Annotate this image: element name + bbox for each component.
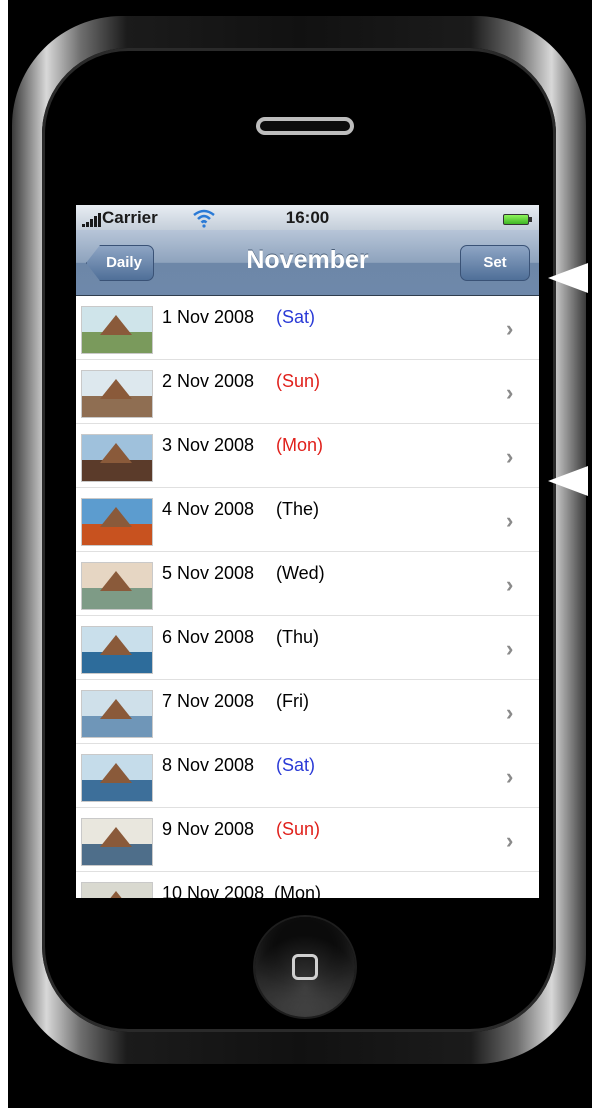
list-item[interactable]: 9 Nov 2008 (Sun) ›: [76, 808, 539, 872]
list-item[interactable]: 7 Nov 2008 (Fri) ›: [76, 680, 539, 744]
list-item[interactable]: 4 Nov 2008 (The) ›: [76, 488, 539, 552]
callout-arrow-nav: [548, 263, 588, 293]
print-thumbnail: [81, 754, 153, 802]
chevron-right-icon: ›: [506, 316, 514, 341]
row-date: 2 Nov 2008: [162, 371, 255, 391]
row-date: 8 Nov 2008: [162, 755, 255, 775]
print-thumbnail: [81, 370, 153, 418]
row-weekday: (Sun): [276, 371, 321, 391]
phone-screen: Carrier 16:00 Daily November Set 1 Nov 2…: [76, 205, 539, 898]
page-margin: [0, 0, 8, 1108]
battery-icon: [503, 214, 532, 225]
row-date: 1 Nov 2008: [162, 307, 255, 327]
list-item[interactable]: 8 Nov 2008 (Sat) ›: [76, 744, 539, 808]
chevron-right-icon: ›: [506, 380, 514, 405]
callout-arrow-list: [548, 466, 588, 496]
print-thumbnail: [81, 562, 153, 610]
print-thumbnail: [81, 498, 153, 546]
list-item[interactable]: 1 Nov 2008 (Sat) ›: [76, 296, 539, 360]
list-item[interactable]: 3 Nov 2008 (Mon) ›: [76, 424, 539, 488]
home-button[interactable]: [255, 917, 355, 1017]
status-bar: Carrier 16:00: [76, 205, 539, 230]
chevron-right-icon: ›: [506, 508, 514, 533]
chevron-right-icon: ›: [506, 700, 514, 725]
list-item[interactable]: 5 Nov 2008 (Wed) ›: [76, 552, 539, 616]
chevron-right-icon: ›: [506, 572, 514, 597]
row-date: 7 Nov 2008: [162, 691, 255, 711]
chevron-right-icon: ›: [506, 444, 514, 469]
row-weekday: (Wed): [276, 563, 325, 583]
row-date: 9 Nov 2008: [162, 819, 255, 839]
row-weekday: (Mon): [274, 883, 322, 898]
print-thumbnail: [81, 882, 153, 898]
set-button[interactable]: Set: [460, 245, 530, 281]
row-weekday: (Thu): [276, 627, 320, 647]
print-thumbnail: [81, 434, 153, 482]
row-date: 5 Nov 2008: [162, 563, 255, 583]
chevron-right-icon: ›: [506, 892, 513, 898]
chevron-right-icon: ›: [506, 764, 514, 789]
row-date: 10 Nov 2008: [162, 883, 265, 898]
status-time: 16:00: [285, 208, 330, 227]
print-thumbnail: [81, 306, 153, 354]
print-thumbnail: [81, 626, 153, 674]
print-thumbnail: [81, 690, 153, 738]
row-weekday: (Fri): [276, 691, 309, 711]
row-weekday: (Sun): [276, 819, 321, 839]
row-date: 3 Nov 2008: [162, 435, 255, 455]
row-date: 4 Nov 2008: [162, 499, 255, 519]
print-thumbnail: [81, 818, 153, 866]
row-weekday: (The): [276, 499, 320, 519]
date-list: 1 Nov 2008 (Sat) › 2 Nov 2008 (Sun) › 3 Nov 20…: [76, 296, 539, 898]
row-weekday: (Mon): [276, 435, 324, 455]
row-weekday: (Sat): [276, 307, 316, 327]
row-date: 6 Nov 2008: [162, 627, 255, 647]
navigation-bar: Daily November Set: [76, 230, 539, 296]
row-weekday: (Sat): [276, 755, 316, 775]
home-square-icon: [292, 954, 318, 980]
list-item[interactable]: 10 Nov 2008 (Mon) ›: [76, 872, 539, 898]
chevron-right-icon: ›: [506, 828, 514, 853]
list-item[interactable]: 6 Nov 2008 (Thu) ›: [76, 616, 539, 680]
chevron-right-icon: ›: [506, 636, 514, 661]
earpiece-speaker: [256, 117, 354, 135]
list-item[interactable]: 2 Nov 2008 (Sun) ›: [76, 360, 539, 424]
